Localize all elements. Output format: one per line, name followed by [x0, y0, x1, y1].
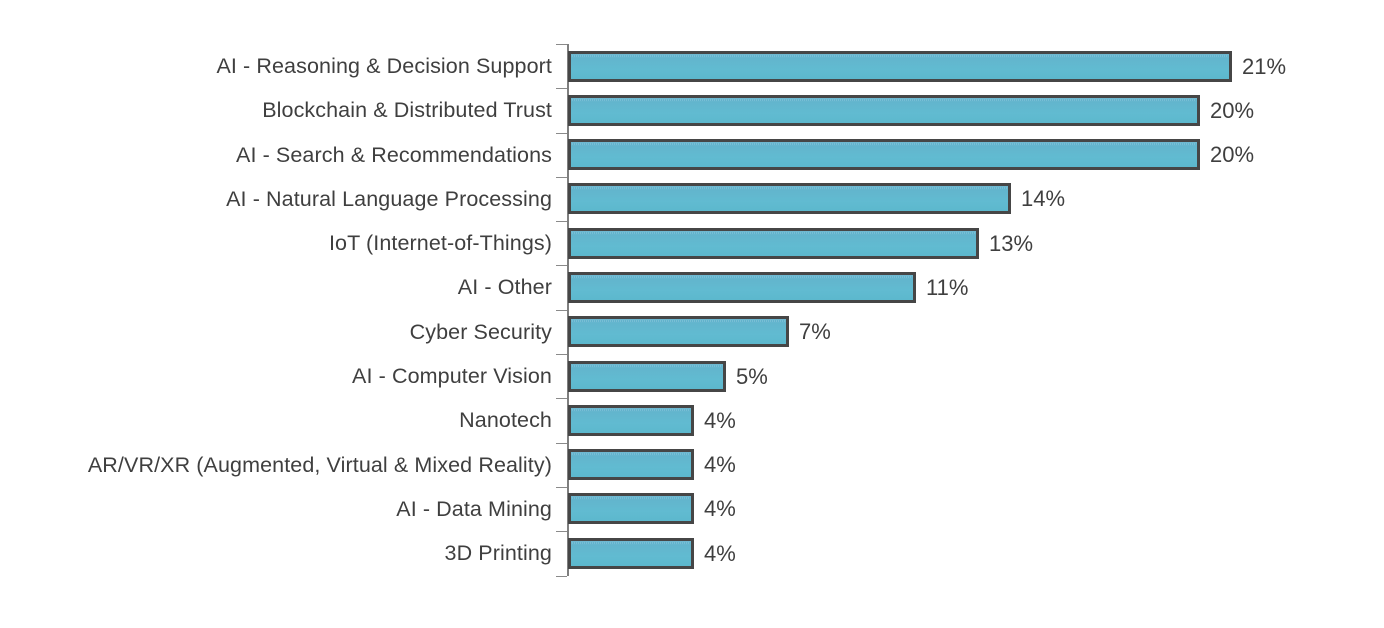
- axis-tick: [556, 132, 567, 134]
- bar[interactable]: [568, 94, 1200, 126]
- bar-container: 20%: [568, 94, 1254, 126]
- bar-value-label: 7%: [799, 319, 831, 345]
- bar[interactable]: [568, 139, 1200, 171]
- bar-container: 21%: [568, 50, 1286, 82]
- category-label: Nanotech: [459, 408, 552, 433]
- bar-row: AI - Data Mining 4%: [0, 486, 1384, 531]
- bar-row: 3D Printing 4%: [0, 531, 1384, 577]
- bar-rows: AI - Reasoning & Decision Support 21% Bloc…: [0, 44, 1384, 577]
- bar-row: AI - Search & Recommendations 20%: [0, 132, 1384, 177]
- bar[interactable]: [568, 493, 694, 525]
- bar-row: Cyber Security 7%: [0, 309, 1384, 354]
- bar[interactable]: [568, 537, 694, 569]
- bar[interactable]: [568, 316, 789, 348]
- bar-container: 4%: [568, 404, 736, 436]
- bar-value-label: 4%: [704, 540, 736, 566]
- bar-value-label: 20%: [1210, 97, 1255, 123]
- axis-tick: [556, 354, 567, 356]
- bar-container: 13%: [568, 227, 1033, 259]
- category-label: 3D Printing: [444, 541, 552, 566]
- category-label: AI - Reasoning & Decision Support: [216, 54, 552, 78]
- bar-container: 14%: [568, 183, 1065, 215]
- category-label: AI - Search & Recommendations: [236, 142, 552, 167]
- bar-container: 20%: [568, 139, 1254, 171]
- bar-row: Nanotech 4%: [0, 398, 1384, 442]
- axis-tick: [556, 575, 567, 577]
- bar-row: AI - Reasoning & Decision Support 21%: [0, 44, 1384, 88]
- bar-value-label: 4%: [704, 496, 736, 522]
- axis-tick: [556, 398, 567, 400]
- bar-value-label: 5%: [736, 363, 768, 389]
- bar-value-label: 20%: [1210, 142, 1255, 168]
- bar-row: IoT (Internet-of-Things) 13%: [0, 221, 1384, 265]
- bar-row: AI - Computer Vision 5%: [0, 354, 1384, 398]
- axis-tick: [556, 221, 567, 223]
- horizontal-bar-chart: AI - Reasoning & Decision Support 21% Bloc…: [0, 0, 1384, 628]
- axis-tick: [556, 531, 567, 533]
- axis-tick: [556, 442, 567, 444]
- bar-value-label: 4%: [704, 407, 736, 433]
- category-label: IoT (Internet-of-Things): [328, 231, 552, 256]
- bar-value-label: 11%: [926, 274, 969, 300]
- bar-value-label: 13%: [989, 230, 1034, 256]
- bar-value-label: 21%: [1242, 53, 1287, 79]
- bar-container: 11%: [568, 271, 968, 303]
- bar[interactable]: [568, 227, 979, 259]
- bar-container: 4%: [568, 537, 736, 569]
- category-label: AI - Data Mining: [396, 496, 552, 521]
- bar-container: 7%: [568, 316, 831, 348]
- axis-tick: [556, 265, 567, 267]
- bar[interactable]: [568, 50, 1232, 82]
- bar-container: 5%: [568, 360, 768, 392]
- bar-row: AR/VR/XR (Augmented, Virtual & Mixed Rea…: [0, 442, 1384, 487]
- bar[interactable]: [568, 183, 1011, 215]
- category-label: Cyber Security: [409, 319, 552, 344]
- category-label: AI - Natural Language Processing: [226, 186, 552, 211]
- plot-area: AI - Reasoning & Decision Support 21% Bloc…: [0, 0, 1384, 628]
- axis-tick: [556, 176, 567, 178]
- bar[interactable]: [568, 271, 916, 303]
- bar-container: 4%: [568, 493, 736, 525]
- bar-container: 4%: [568, 449, 736, 481]
- bar-row: AI - Other 11%: [0, 265, 1384, 309]
- axis-tick: [556, 309, 567, 311]
- bar-row: Blockchain & Distributed Trust 20%: [0, 88, 1384, 132]
- bar-value-label: 14%: [1021, 186, 1066, 212]
- axis-tick: [556, 88, 567, 90]
- category-label: AR/VR/XR (Augmented, Virtual & Mixed Rea…: [87, 452, 552, 477]
- bar[interactable]: [568, 360, 726, 392]
- category-label: Blockchain & Distributed Trust: [262, 98, 552, 123]
- axis-tick: [556, 44, 567, 45]
- bar[interactable]: [568, 449, 694, 481]
- bar-value-label: 4%: [704, 452, 736, 478]
- category-label: AI - Computer Vision: [352, 364, 552, 389]
- bar-row: AI - Natural Language Processing 14%: [0, 176, 1384, 221]
- axis-tick: [556, 486, 567, 488]
- bar[interactable]: [568, 404, 694, 436]
- category-label: AI - Other: [457, 275, 552, 300]
